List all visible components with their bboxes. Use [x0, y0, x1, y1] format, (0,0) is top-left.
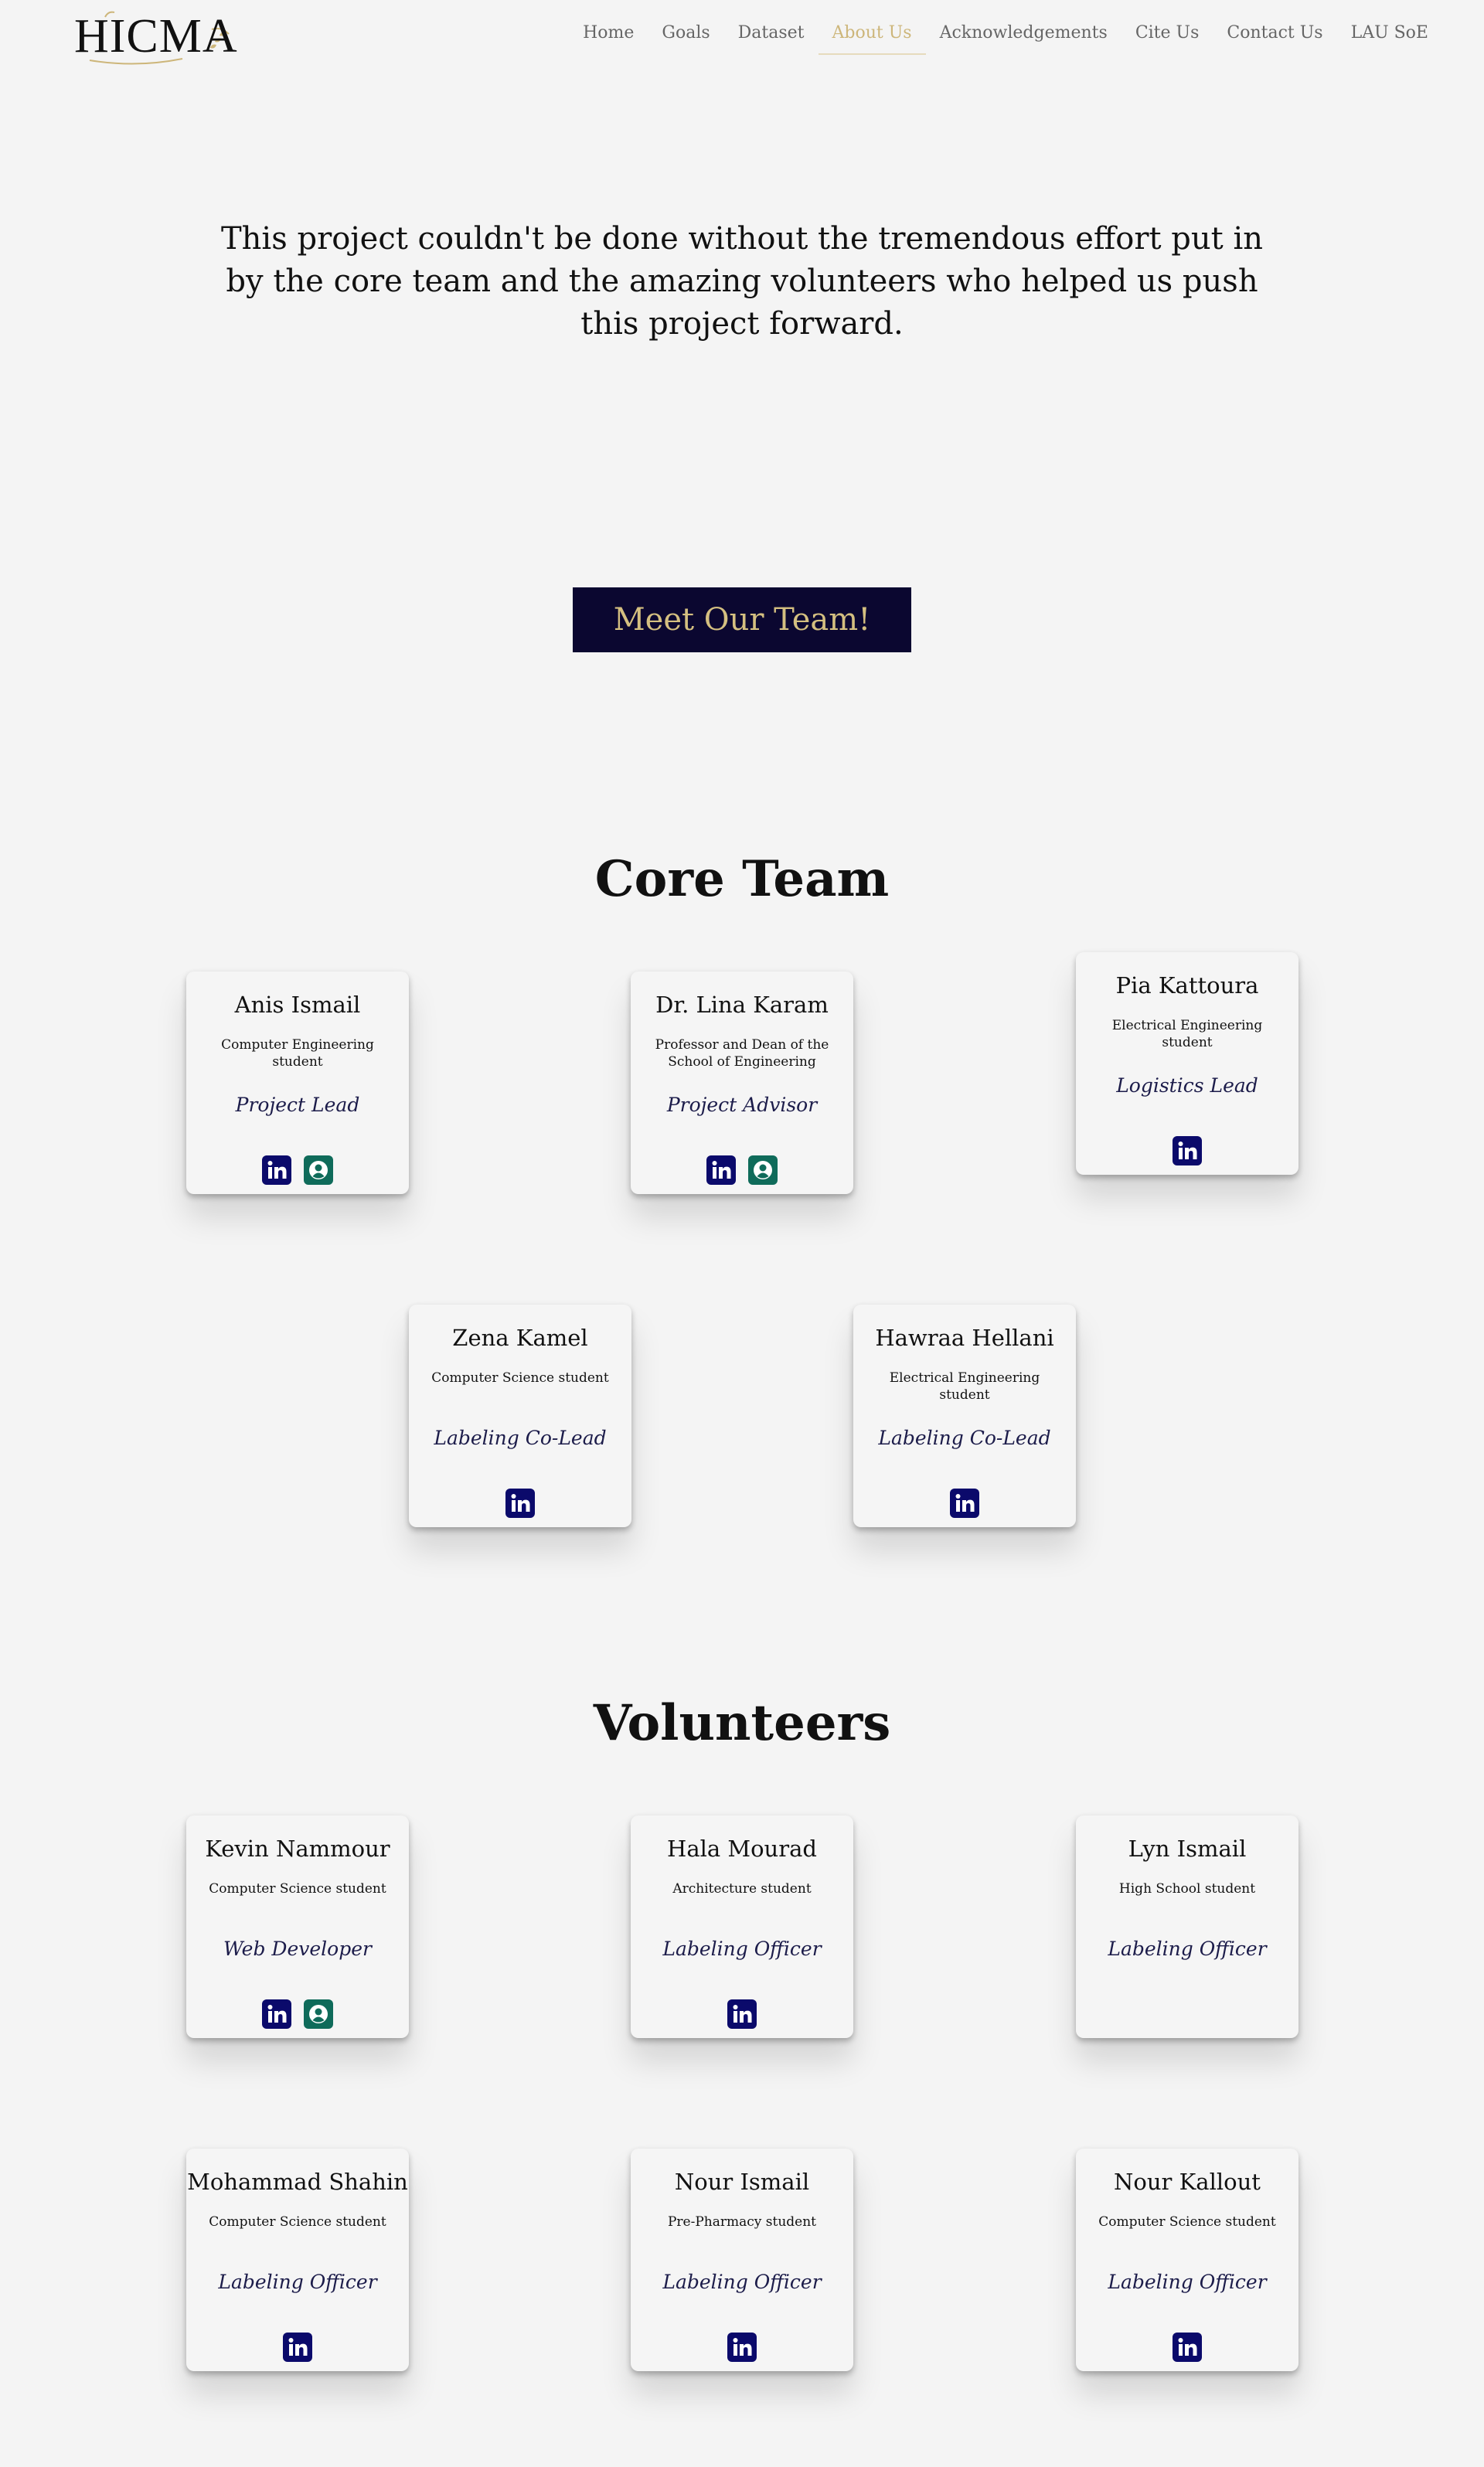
- member-description: High School student: [1118, 1881, 1256, 1897]
- member-description: Computer Science student: [209, 2214, 386, 2230]
- linkedin-icon[interactable]: [1173, 1136, 1202, 1165]
- member-name: Nour Ismail: [674, 2169, 810, 2195]
- member-name: Nour Kallout: [1114, 2169, 1261, 2195]
- linkedin-icon[interactable]: [727, 2333, 757, 2362]
- volunteer-member-card: Hala Mourad Architecture student Labeling …: [631, 1815, 853, 2038]
- linkedin-icon[interactable]: [1173, 2333, 1202, 2362]
- hicma-logo[interactable]: HICMA: [74, 5, 237, 66]
- volunteer-member-card: Kevin Nammour Computer Science student Web…: [186, 1815, 409, 2038]
- social-links: [631, 1155, 853, 1185]
- member-description: Computer Engineering student: [221, 1037, 374, 1070]
- core-team-title: Core Team: [594, 850, 890, 908]
- nav-item-lau-soe[interactable]: LAU SoE: [1337, 23, 1442, 55]
- core-team-member-card: Anis Ismail Computer Engineering student P…: [186, 971, 409, 1194]
- core-team-member-card: Pia Kattoura Electrical Engineering stude…: [1076, 952, 1298, 1175]
- member-role: Labeling Officer: [1108, 1938, 1267, 1960]
- member-name: Lyn Ismail: [1128, 1836, 1247, 1862]
- member-role: Labeling Officer: [662, 2271, 822, 2293]
- volunteer-member-card: Lyn Ismail High School student Labeling Of…: [1076, 1815, 1298, 2038]
- social-links: [186, 1999, 409, 2029]
- member-description: Pre-Pharmacy student: [667, 2214, 817, 2230]
- nav-item-about-us[interactable]: About Us: [818, 23, 926, 55]
- social-links: [631, 2333, 853, 2362]
- social-links: [186, 1155, 409, 1185]
- member-description: Architecture student: [672, 1881, 812, 1897]
- linkedin-icon[interactable]: [706, 1155, 736, 1185]
- member-description: Professor and Dean of the School of Engi…: [655, 1037, 829, 1070]
- member-name: Pia Kattoura: [1115, 972, 1259, 999]
- member-name: Anis Ismail: [234, 992, 361, 1018]
- member-name: Hawraa Hellani: [875, 1325, 1054, 1351]
- member-role: Project Advisor: [666, 1094, 818, 1116]
- linkedin-icon[interactable]: [262, 1155, 291, 1185]
- nav-item-cite-us[interactable]: Cite Us: [1122, 23, 1213, 55]
- linkedin-icon[interactable]: [727, 1999, 757, 2029]
- member-description: Electrical Engineering student: [1111, 1018, 1263, 1050]
- member-description: Computer Science student: [1098, 2214, 1276, 2230]
- member-name: Mohammad Shahin: [187, 2169, 408, 2195]
- core-team-member-card: Dr. Lina Karam Professor and Dean of the …: [631, 971, 853, 1194]
- volunteer-member-card: Mohammad Shahin Computer Science student L…: [186, 2149, 409, 2371]
- linkedin-icon[interactable]: [283, 2333, 312, 2362]
- member-role: Labeling Officer: [1108, 2271, 1267, 2293]
- social-links: [631, 1999, 853, 2029]
- member-description: Computer Science student: [209, 1881, 386, 1897]
- member-description: Computer Science student: [431, 1370, 609, 1386]
- volunteers-title: Volunteers: [593, 1694, 891, 1752]
- member-role: Labeling Officer: [218, 2271, 377, 2293]
- linkedin-icon[interactable]: [950, 1489, 979, 1518]
- intro-text: This project couldn't be done without th…: [220, 221, 1263, 342]
- member-name: Kevin Nammour: [205, 1836, 390, 1862]
- member-role: Logistics Lead: [1116, 1074, 1258, 1097]
- linkedin-icon[interactable]: [262, 1999, 291, 2029]
- member-name: Dr. Lina Karam: [655, 992, 829, 1018]
- member-role: Web Developer: [223, 1938, 372, 1960]
- nav-menu: Home Goals Dataset About Us Acknowledgem…: [569, 23, 1442, 55]
- nav-item-home[interactable]: Home: [569, 23, 648, 55]
- member-description: Electrical Engineering student: [889, 1370, 1040, 1403]
- profile-icon[interactable]: [748, 1155, 778, 1185]
- nav-item-contact-us[interactable]: Contact Us: [1213, 23, 1336, 55]
- social-links: [409, 1489, 631, 1518]
- logo-text: HICMA: [74, 10, 238, 63]
- nav-item-dataset[interactable]: Dataset: [724, 23, 819, 55]
- member-role: Project Lead: [235, 1094, 360, 1116]
- member-role: Labeling Co-Lead: [878, 1427, 1051, 1449]
- social-links: [1076, 2333, 1298, 2362]
- social-links: [853, 1489, 1076, 1518]
- member-name: Hala Mourad: [667, 1836, 817, 1862]
- volunteer-member-card: Nour Kallout Computer Science student Labe…: [1076, 2149, 1298, 2371]
- linkedin-icon[interactable]: [505, 1489, 535, 1518]
- profile-icon[interactable]: [304, 1999, 333, 2029]
- meet-our-team-button[interactable]: Meet Our Team!: [573, 587, 911, 652]
- volunteer-member-card: Nour Ismail Pre-Pharmacy student Labeling …: [631, 2149, 853, 2371]
- member-role: Labeling Co-Lead: [434, 1427, 607, 1449]
- member-name: Zena Kamel: [452, 1325, 588, 1351]
- social-links: [186, 2333, 409, 2362]
- profile-icon[interactable]: [304, 1155, 333, 1185]
- social-links: [1076, 1136, 1298, 1165]
- nav-item-goals[interactable]: Goals: [648, 23, 723, 55]
- top-navbar: HICMA Home Goals Dataset About Us Acknow…: [0, 0, 1484, 70]
- nav-item-acknowledgements[interactable]: Acknowledgements: [926, 23, 1122, 55]
- core-team-member-card: Hawraa Hellani Electrical Engineering stu…: [853, 1305, 1076, 1527]
- core-team-member-card: Zena Kamel Computer Science student Labeli…: [409, 1305, 631, 1527]
- member-role: Labeling Officer: [662, 1938, 822, 1960]
